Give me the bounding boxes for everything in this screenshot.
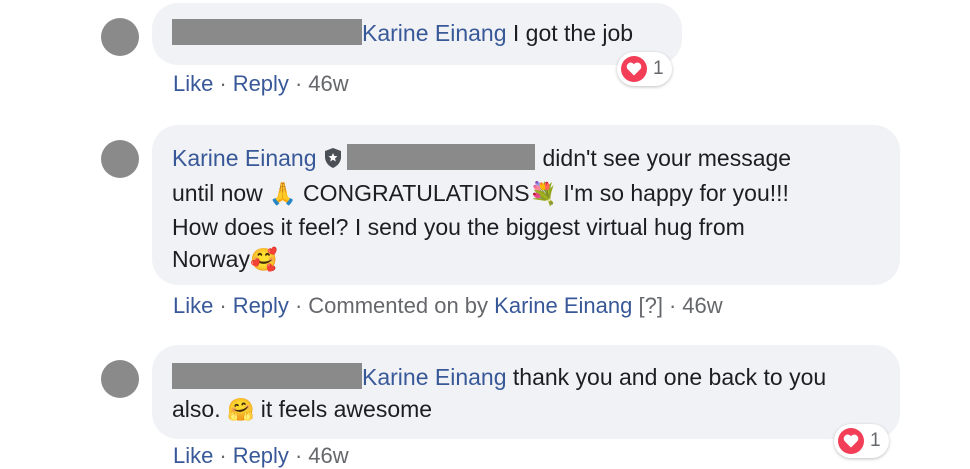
reply-link[interactable]: Reply xyxy=(233,71,289,96)
heart-icon xyxy=(838,428,864,454)
comment-text: I got the job xyxy=(506,20,634,46)
shield-icon xyxy=(323,145,343,177)
comment-actions: Like · Reply · 46w xyxy=(173,443,349,469)
comment-line: Karine Einang didn't see your message xyxy=(172,142,880,177)
avatar[interactable] xyxy=(101,140,139,178)
like-link[interactable]: Like xyxy=(173,293,213,318)
comment-actions: Like · Reply · Commented on by Karine Einang… xyxy=(173,293,723,319)
reply-link[interactable]: Reply xyxy=(233,293,289,318)
comment-actions: Like · Reply · 46w xyxy=(173,71,349,97)
author-name[interactable]: Karine Einang xyxy=(172,145,317,171)
reaction-badge[interactable]: 1 xyxy=(617,52,672,86)
comment-bubble: Karine Einang didn't see your message unt… xyxy=(152,125,900,285)
mention-link[interactable]: Karine Einang xyxy=(362,364,507,390)
pray-emoji: 🙏 xyxy=(269,182,297,207)
avatar[interactable] xyxy=(101,18,139,56)
comment-text: Norway xyxy=(172,246,250,272)
comment-text: thank you and one back to you xyxy=(506,364,827,390)
separator-dot: · xyxy=(294,71,303,96)
heart-icon xyxy=(621,56,647,82)
separator-dot: · xyxy=(219,443,227,468)
comment-bubble: Karine Einang thank you and one back to … xyxy=(152,345,900,439)
timestamp[interactable]: 46w xyxy=(682,293,722,318)
comment-text: didn't see your message xyxy=(542,145,792,171)
separator-dot: · xyxy=(219,71,227,96)
comment-text: also. xyxy=(172,396,227,422)
commenter-link[interactable]: Karine Einang xyxy=(494,293,632,318)
comment-text: I'm so happy for you!!! xyxy=(556,180,789,206)
like-link[interactable]: Like xyxy=(173,443,213,468)
comment-line: How does it feel? I send you the biggest… xyxy=(172,214,745,240)
comment-text: until now xyxy=(172,180,270,206)
reaction-badge[interactable]: 1 xyxy=(834,424,889,458)
comment-bubble: Karine Einang I got the job xyxy=(152,3,682,65)
mention-link[interactable]: Karine Einang xyxy=(362,20,507,46)
smiling-hearts-emoji: 🥰 xyxy=(249,248,278,273)
reaction-count: 1 xyxy=(870,430,881,451)
separator-dot: · xyxy=(294,293,303,318)
like-link[interactable]: Like xyxy=(173,71,213,96)
separator-dot: · xyxy=(668,293,677,318)
avatar[interactable] xyxy=(101,360,139,398)
help-link[interactable]: [?] xyxy=(639,293,663,318)
commented-on-label: Commented on by xyxy=(308,293,489,318)
comment-text: it feels awesome xyxy=(254,396,433,422)
redacted-name xyxy=(172,363,362,389)
reaction-count: 1 xyxy=(653,58,664,79)
comment-line: Norway🥰 xyxy=(172,243,880,277)
comment-text: CONGRATULATIONS xyxy=(296,180,530,206)
redacted-name xyxy=(172,19,362,45)
reply-link[interactable]: Reply xyxy=(233,443,289,468)
redacted-name xyxy=(346,144,535,170)
timestamp[interactable]: 46w xyxy=(308,71,348,96)
separator-dot: · xyxy=(219,293,227,318)
comment-line: Karine Einang thank you and one back to … xyxy=(172,361,880,393)
timestamp[interactable]: 46w xyxy=(308,443,348,468)
comment-line: until now 🙏 CONGRATULATIONS💐 I'm so happ… xyxy=(172,177,880,211)
bouquet-emoji: 💐 xyxy=(529,182,557,207)
separator-dot: · xyxy=(294,443,303,468)
hugging-emoji: 🤗 xyxy=(226,398,255,423)
comment-line: also. 🤗 it feels awesome xyxy=(172,393,880,427)
